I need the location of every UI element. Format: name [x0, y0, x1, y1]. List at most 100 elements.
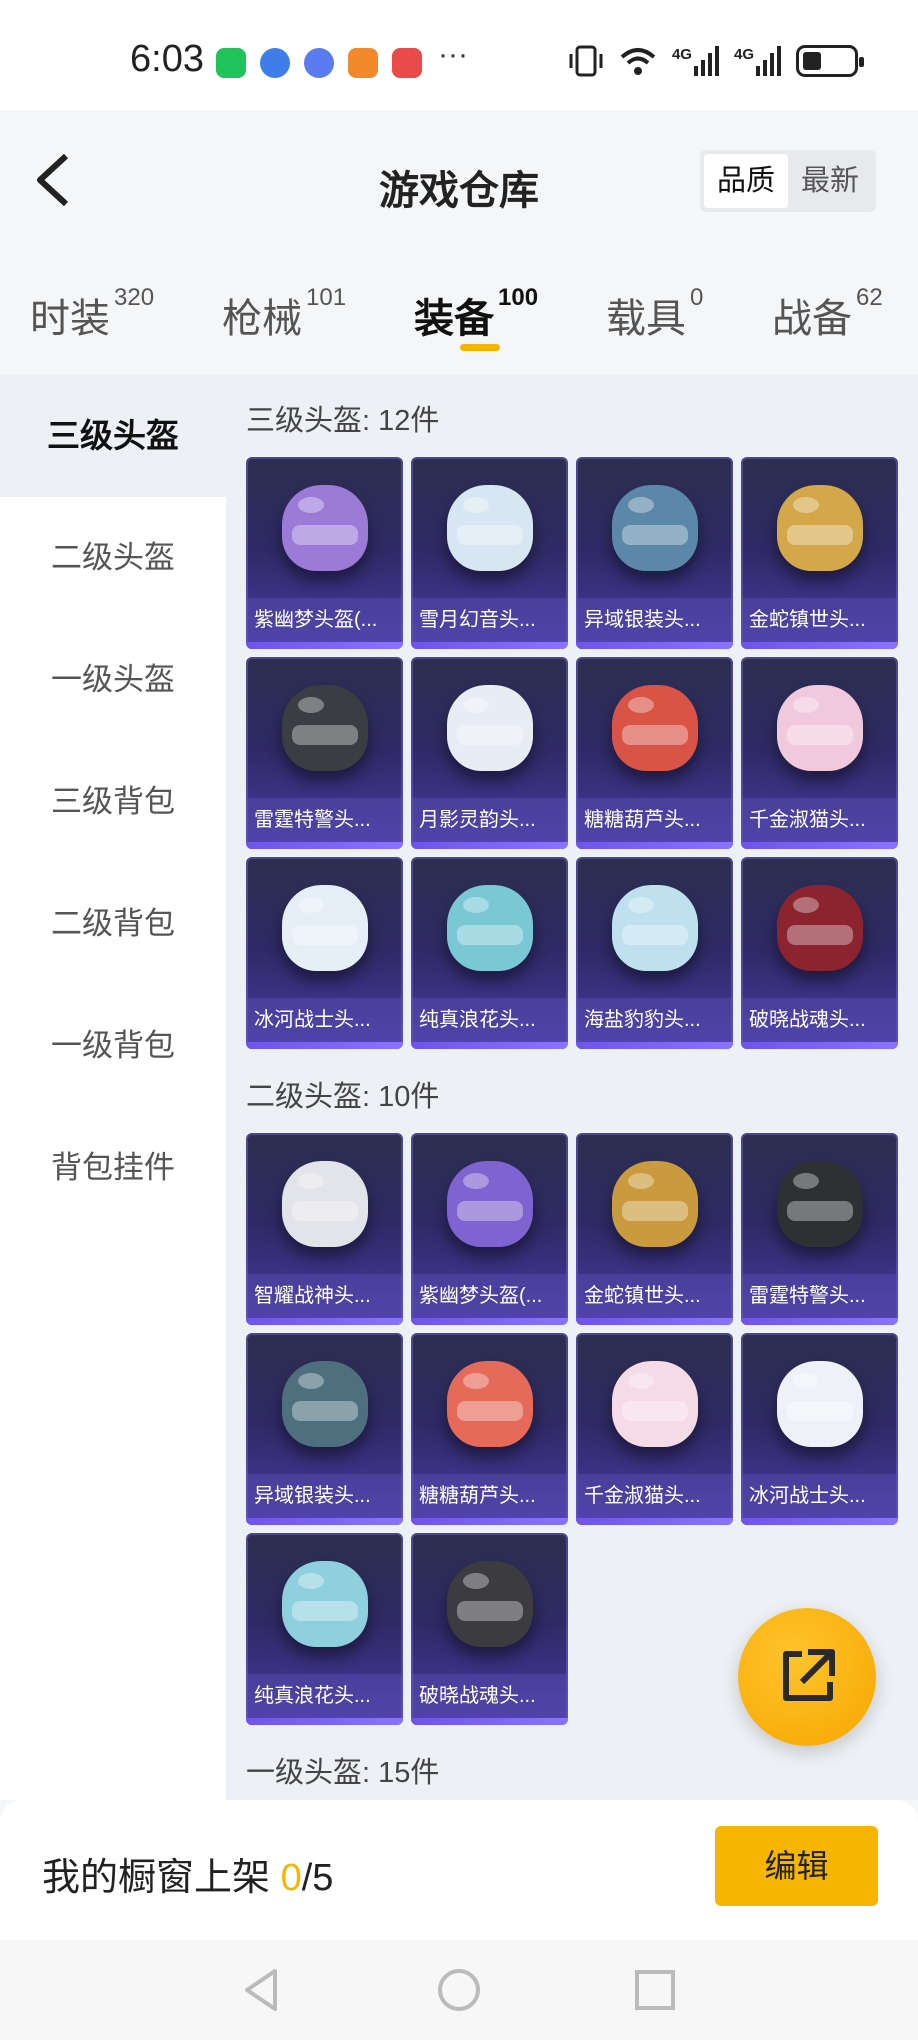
sidebar-item-level2-helmet[interactable]: 二级头盔	[0, 497, 226, 619]
item-name: 冰河战士头...	[741, 1474, 898, 1518]
helmet-icon	[447, 685, 533, 771]
item-card[interactable]: 纯真浪花头...	[246, 1533, 403, 1725]
sidebar-item-backpack-charm[interactable]: 背包挂件	[0, 1107, 226, 1229]
item-name: 金蛇镇世头...	[576, 1274, 733, 1318]
item-card[interactable]: 千金淑猫头...	[576, 1333, 733, 1525]
section-title: 二级头盔: 10件	[246, 1081, 440, 1113]
showcase-used-count: 0	[280, 1857, 302, 1899]
item-card[interactable]: 紫幽梦头盔(...	[246, 457, 403, 649]
item-card[interactable]: 金蛇镇世头...	[741, 457, 898, 649]
back-nav-icon[interactable]	[237, 1965, 287, 2015]
tab-equipment[interactable]: 装备 100	[414, 284, 539, 344]
item-name: 纯真浪花头...	[411, 998, 568, 1042]
tab-count: 101	[306, 284, 347, 311]
item-card[interactable]: 雷霆特警头...	[246, 657, 403, 849]
home-nav-icon[interactable]	[434, 1965, 484, 2015]
item-card[interactable]: 雷霆特警头...	[741, 1133, 898, 1325]
section-title: 三级头盔: 12件	[246, 405, 440, 437]
music-icon	[304, 48, 334, 78]
helmet-icon	[612, 1361, 698, 1447]
reader-icon	[392, 48, 422, 78]
item-card[interactable]: 海盐豹豹头...	[576, 857, 733, 1049]
sidebar-item-level3-helmet[interactable]: 三级头盔	[0, 375, 226, 497]
helmet-icon	[282, 1361, 368, 1447]
item-name: 糖糖葫芦头...	[576, 798, 733, 842]
item-name: 破晓战魂头...	[741, 998, 898, 1042]
helmet-icon	[447, 1561, 533, 1647]
helmet-icon	[612, 885, 698, 971]
tab-count: 62	[856, 284, 883, 311]
sidebar-item-level1-backpack[interactable]: 一级背包	[0, 985, 226, 1107]
item-name: 异域银装头...	[576, 598, 733, 642]
helmet-icon	[777, 1161, 863, 1247]
item-name: 月影灵韵头...	[411, 798, 568, 842]
item-card[interactable]: 紫幽梦头盔(...	[411, 1133, 568, 1325]
helmet-icon	[447, 1361, 533, 1447]
item-card[interactable]: 千金淑猫头...	[741, 657, 898, 849]
share-icon	[783, 1649, 835, 1701]
status-app-icons	[216, 48, 422, 78]
tab-label: 枪械	[222, 297, 302, 341]
item-name: 糖糖葫芦头...	[411, 1474, 568, 1518]
showcase-status: 我的橱窗上架 0/5	[42, 1846, 333, 1901]
item-card[interactable]: 异域银装头...	[246, 1333, 403, 1525]
sort-quality-button[interactable]: 品质	[704, 154, 788, 208]
tab-guns[interactable]: 枪械 101	[222, 284, 347, 344]
sidebar: 三级头盔 二级头盔 一级头盔 三级背包 二级背包 一级背包 背包挂件	[0, 375, 226, 1800]
section-title: 一级头盔: 15件	[246, 1757, 440, 1789]
item-card[interactable]: 金蛇镇世头...	[576, 1133, 733, 1325]
sidebar-item-level1-helmet[interactable]: 一级头盔	[0, 619, 226, 741]
system-nav-bar	[0, 1940, 918, 2040]
helmet-icon	[282, 1161, 368, 1247]
helmet-icon	[447, 485, 533, 571]
item-card[interactable]: 糖糖葫芦头...	[411, 1333, 568, 1525]
share-button[interactable]	[738, 1608, 876, 1746]
sort-newest-button[interactable]: 最新	[788, 154, 872, 208]
item-grid-area[interactable]: 三级头盔: 12件 紫幽梦头盔(... 雪月幻音头... 异域银装头... 金蛇镇世头…	[226, 375, 918, 1800]
vibrate-icon	[569, 45, 603, 77]
helmet-icon	[777, 1361, 863, 1447]
item-card[interactable]: 破晓战魂头...	[411, 1533, 568, 1725]
tab-label: 载具	[606, 297, 686, 341]
tab-label: 战备	[772, 297, 852, 341]
helmet-icon	[777, 685, 863, 771]
helmet-icon	[612, 1161, 698, 1247]
item-card[interactable]: 雪月幻音头...	[411, 457, 568, 649]
tab-supplies[interactable]: 战备 62	[772, 284, 883, 344]
edit-button[interactable]: 编辑	[715, 1826, 878, 1906]
signal-1-icon: 4G	[672, 46, 720, 76]
video-icon	[348, 48, 378, 78]
item-card[interactable]: 糖糖葫芦头...	[576, 657, 733, 849]
sidebar-item-level2-backpack[interactable]: 二级背包	[0, 863, 226, 985]
item-card[interactable]: 冰河战士头...	[741, 1333, 898, 1525]
helmet-icon	[612, 685, 698, 771]
recents-nav-icon[interactable]	[630, 1965, 680, 2015]
helmet-icon	[447, 885, 533, 971]
wechat-icon	[216, 48, 246, 78]
tab-vehicles[interactable]: 载具 0	[606, 284, 703, 344]
tab-fashion[interactable]: 时装 320	[30, 284, 154, 344]
sidebar-item-level3-backpack[interactable]: 三级背包	[0, 741, 226, 863]
item-card[interactable]: 异域银装头...	[576, 457, 733, 649]
helmet-icon	[282, 685, 368, 771]
item-card[interactable]: 破晓战魂头...	[741, 857, 898, 1049]
helmet-icon	[282, 485, 368, 571]
item-name: 异域银装头...	[246, 1474, 403, 1518]
item-card[interactable]: 月影灵韵头...	[411, 657, 568, 849]
status-time: 6:03	[130, 38, 204, 80]
item-name: 千金淑猫头...	[576, 1474, 733, 1518]
header: 游戏仓库 品质 最新	[0, 110, 918, 250]
item-name: 雪月幻音头...	[411, 598, 568, 642]
tab-count: 100	[498, 284, 539, 311]
tab-label: 时装	[30, 297, 110, 341]
item-card[interactable]: 纯真浪花头...	[411, 857, 568, 1049]
item-name: 紫幽梦头盔(...	[411, 1274, 568, 1318]
item-card[interactable]: 智耀战神头...	[246, 1133, 403, 1325]
sort-toggle: 品质 最新	[700, 150, 876, 212]
showcase-label: 我的橱窗上架	[42, 1857, 281, 1899]
item-card[interactable]: 冰河战士头...	[246, 857, 403, 1049]
battery-icon	[796, 45, 864, 77]
helmet-icon	[282, 885, 368, 971]
wifi-icon	[620, 48, 656, 75]
item-name: 雷霆特警头...	[246, 798, 403, 842]
